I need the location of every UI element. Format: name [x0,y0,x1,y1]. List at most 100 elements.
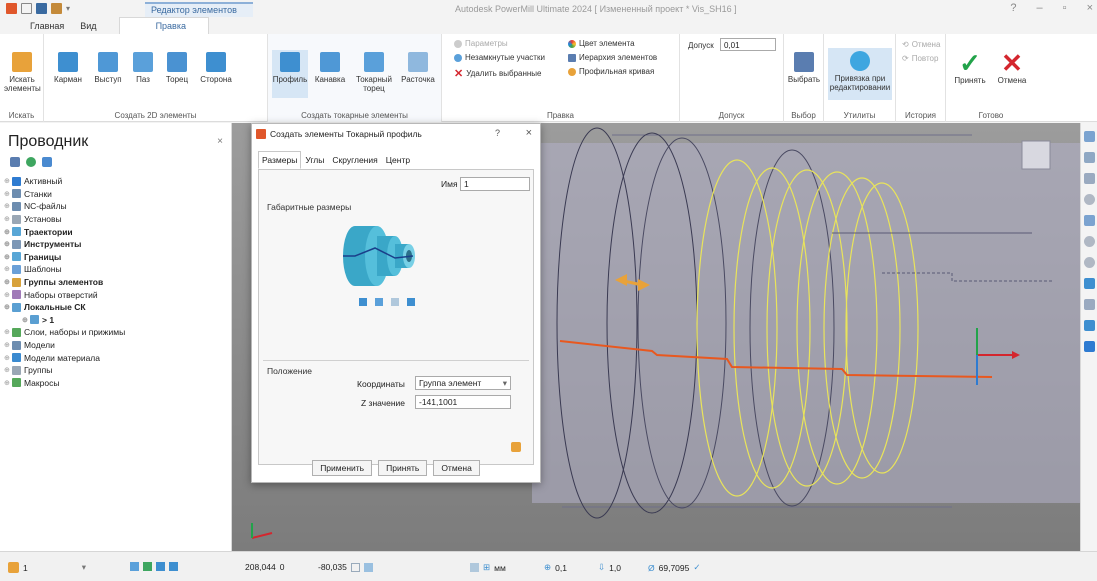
expand-toggle-icon[interactable]: ⊕ [22,316,30,324]
expand-toggle-icon[interactable]: ⊕ [4,354,12,362]
expand-toggle-icon[interactable]: ⊕ [4,341,12,349]
explorer-item[interactable]: ⊕ Шаблоны [4,263,230,276]
zoom-box-icon[interactable] [1083,215,1095,226]
name-input[interactable]: 1 [460,177,530,191]
expand-toggle-icon[interactable]: ⊕ [4,278,12,286]
z-value-input[interactable]: -141,1001 [415,395,511,409]
tab-home[interactable]: Главная [22,18,72,34]
side-button[interactable]: Сторона [196,52,236,84]
dialog-accept-button[interactable]: Принять [378,460,428,476]
turning-face-button[interactable]: Токарный торец [352,52,396,93]
explorer-close-icon[interactable]: × [217,136,223,147]
expand-toggle-icon[interactable]: ⊕ [4,291,12,299]
quick-access-dropdown-icon[interactable]: ▾ [66,4,70,13]
snap-edit-button[interactable]: Привязка при редактировании [828,48,892,100]
expand-toggle-icon[interactable]: ⊕ [4,253,12,261]
preview-tool-4-icon[interactable] [407,298,415,306]
slot-button[interactable]: Паз [128,52,158,84]
confirm-check-icon[interactable]: ✓ [693,562,700,573]
open-file-icon[interactable] [21,3,32,14]
shaded-icon[interactable] [1083,278,1095,289]
explorer-item[interactable]: ⊕ Макросы [4,377,230,390]
view-iso-icon[interactable] [1083,152,1095,163]
app-logo-icon[interactable] [6,3,17,14]
zoom-in-icon[interactable] [1083,194,1095,205]
ruler-icon[interactable]: ⊞ [483,562,490,573]
user-icon[interactable] [51,3,62,14]
explorer-item[interactable]: ⊕ Локальные СК [4,301,230,314]
diameter-readout[interactable]: Ø 69,7095 ✓ [648,562,700,573]
explorer-item[interactable]: ⊕ NC-файлы [4,200,230,213]
expand-toggle-icon[interactable]: ⊕ [4,303,12,311]
help-icon[interactable]: ? [1010,2,1016,14]
dialog-close-button[interactable]: × [526,127,532,139]
explorer-item[interactable]: ⊕ Траектории [4,225,230,238]
preview-tool-3-icon[interactable] [391,298,399,306]
zoom-fit-icon[interactable] [1083,257,1095,268]
profile-curve-button[interactable]: Профильная кривая [568,67,654,76]
explorer-item[interactable]: ⊕ Активный [4,175,230,188]
view-front-icon[interactable] [1083,131,1095,142]
explorer-item[interactable]: ⊕ Станки [4,188,230,201]
expand-toggle-icon[interactable]: ⊕ [4,215,12,223]
undo-button[interactable]: ⟲ Отмена [902,40,940,49]
status-tool-1-icon[interactable] [130,562,139,571]
select-button[interactable]: Выбрать [786,52,822,84]
view-cube-icon[interactable] [1083,173,1095,184]
snap-grid-icon[interactable] [363,562,373,572]
expand-toggle-icon[interactable]: ⊕ [4,228,12,236]
status-tool-2-icon[interactable] [143,562,152,571]
explorer-item[interactable]: ⊕ Группы элементов [4,276,230,289]
restore-button[interactable]: ▫ [1063,2,1067,14]
view-cube[interactable] [1021,140,1051,170]
explorer-item[interactable]: ⊕ Модели [4,339,230,352]
cancel-button[interactable]: ✕ Отмена [992,50,1032,85]
dialog-tab-center[interactable]: Центр [382,151,414,169]
expand-toggle-icon[interactable]: ⊕ [4,240,12,248]
bore-button[interactable]: Расточка [398,52,438,84]
preview-tool-2-icon[interactable] [375,298,383,306]
tab-edit[interactable]: Правка [118,17,209,34]
face-button[interactable]: Торец [160,52,194,84]
step-readout[interactable]: ⇩ 1,0 [598,562,621,573]
delete-selected-button[interactable]: ✕ Удалить выбранные [454,67,542,80]
expand-toggle-icon[interactable]: ⊕ [4,202,12,210]
expand-toggle-icon[interactable]: ⊕ [4,265,12,273]
dialog-tab-dimensions[interactable]: Размеры [258,151,302,169]
pocket-button[interactable]: Карман [50,52,86,84]
wireframe-icon[interactable] [1083,299,1095,310]
redo-button[interactable]: ⟳ Повтор [902,54,938,63]
status-tool-4-icon[interactable] [169,562,178,571]
accept-button[interactable]: ✓ Принять [950,50,990,85]
dialog-cancel-button[interactable]: Отмена [433,460,480,476]
explorer-refresh-icon[interactable] [26,157,36,167]
profile-button[interactable]: Профиль [272,50,308,98]
status-tool-3-icon[interactable] [156,562,165,571]
expand-toggle-icon[interactable]: ⊕ [4,366,12,374]
expand-toggle-icon[interactable]: ⊕ [4,328,12,336]
explorer-item[interactable]: ⊕ Модели материала [4,351,230,364]
explorer-tree-icon[interactable] [10,157,20,167]
groove-button[interactable]: Канавка [310,52,350,84]
expand-toggle-icon[interactable]: ⊕ [4,379,12,387]
dialog-tab-fillets[interactable]: Скругления [328,151,381,169]
model-shade-icon[interactable] [1083,320,1095,331]
preview-tool-1-icon[interactable] [359,298,367,306]
save-icon[interactable] [36,3,47,14]
explorer-delete-icon[interactable] [42,157,52,167]
dialog-tab-angles[interactable]: Углы [301,151,328,169]
tolerance-input[interactable]: 0,01 [720,38,776,51]
explorer-item[interactable]: ⊕ > 1 [4,314,230,327]
explorer-item[interactable]: ⊕ Инструменты [4,238,230,251]
tab-view[interactable]: Вид [72,18,104,34]
expand-toggle-icon[interactable]: ⊕ [4,177,12,185]
context-tab-feature-editor[interactable]: Редактор элементов [145,2,253,17]
explorer-item[interactable]: ⊕ Установы [4,213,230,226]
pointer-icon[interactable] [1083,341,1095,352]
apply-button[interactable]: Применить [312,460,373,476]
feature-color-button[interactable]: Цвет элемента [568,39,635,48]
tolerance-readout[interactable]: ⊕ 0,1 [544,562,567,573]
explorer-item[interactable]: ⊕ Группы [4,364,230,377]
explorer-item[interactable]: ⊕ Слои, наборы и прижимы [4,326,230,339]
minimize-button[interactable]: – [1037,2,1043,14]
